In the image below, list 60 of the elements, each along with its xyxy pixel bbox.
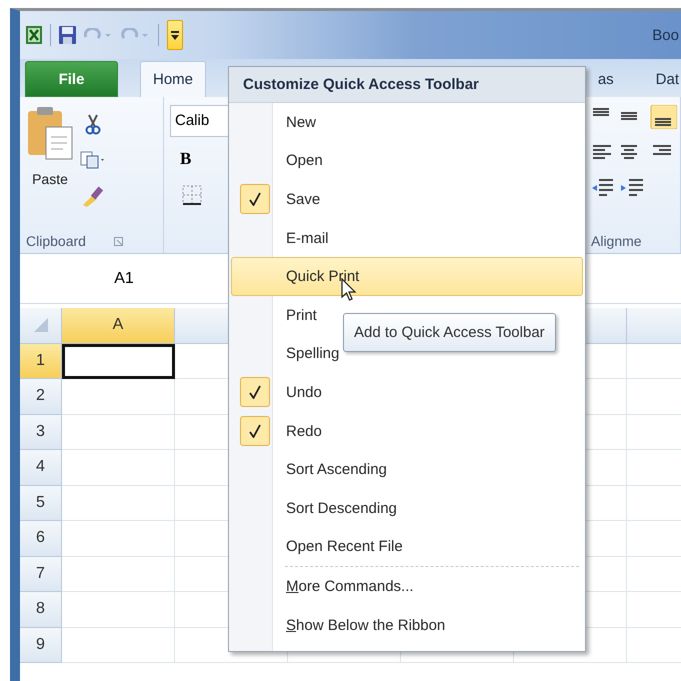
row-header[interactable]: 2 — [20, 379, 62, 414]
menu-item[interactable]: Quick Print — [231, 257, 583, 296]
customize-toolbar-button[interactable] — [167, 20, 183, 50]
save-icon[interactable] — [59, 26, 76, 44]
menu-item[interactable]: More Commands... — [231, 567, 583, 606]
row-header[interactable]: 9 — [20, 628, 62, 663]
row-header[interactable]: 7 — [20, 556, 62, 592]
paste-label[interactable]: Paste — [32, 171, 68, 187]
scissors-icon[interactable] — [85, 113, 101, 135]
row-header[interactable]: 3 — [20, 414, 62, 450]
active-cell[interactable] — [62, 344, 175, 379]
dialog-launcher-icon[interactable] — [114, 236, 123, 246]
grid-cell[interactable] — [62, 628, 175, 663]
grid-cell[interactable] — [62, 556, 175, 592]
row-header[interactable]: 4 — [20, 450, 62, 486]
dropdown-icon — [170, 29, 180, 41]
menu-item[interactable]: Open — [231, 142, 583, 180]
column-header[interactable]: A — [62, 308, 175, 344]
group-label: Clipboard — [26, 233, 86, 249]
menu-item[interactable]: Show Below the Ribbon — [231, 606, 583, 644]
menu-item[interactable]: New — [231, 103, 583, 142]
menu-item[interactable]: Redo — [231, 412, 583, 450]
font-name-field[interactable]: Calib — [170, 105, 230, 137]
grid-cell[interactable] — [62, 521, 175, 556]
window-title: Boo — [652, 26, 679, 44]
menu-item[interactable]: Sort Descending — [231, 488, 583, 528]
grid-cell[interactable] — [62, 379, 175, 414]
row-header[interactable]: 5 — [20, 486, 62, 521]
row-header[interactable]: 6 — [20, 521, 62, 556]
corner-triangle-icon — [34, 318, 48, 332]
format-painter-icon[interactable] — [81, 185, 105, 207]
menu-item[interactable]: Undo — [231, 373, 583, 412]
row-header[interactable]: 8 — [20, 592, 62, 628]
grid-cell[interactable] — [62, 450, 175, 486]
checkmark-icon — [249, 192, 261, 206]
tooltip: Add to Quick Access Toolbar — [343, 313, 556, 352]
paste-icon[interactable] — [26, 105, 74, 161]
grid-cell[interactable] — [62, 414, 175, 450]
ribbon-tab[interactable]: Home — [140, 61, 206, 97]
checkmark-icon — [249, 385, 261, 400]
redo-icon[interactable] — [120, 28, 150, 42]
file-tab[interactable]: File — [25, 61, 118, 97]
select-all-corner[interactable] — [20, 308, 62, 344]
menu-item[interactable]: Save — [231, 180, 583, 219]
menu-item[interactable]: Sort Ascending — [231, 450, 583, 489]
ribbon-tab[interactable]: as — [594, 61, 618, 97]
checkmark-icon — [249, 424, 261, 438]
menu-item[interactable]: Open Recent File — [231, 528, 583, 566]
grid-cell[interactable] — [62, 592, 175, 628]
ribbon-tab[interactable]: Dat — [648, 61, 681, 97]
grid-cell[interactable] — [62, 486, 175, 521]
spreadsheet-icon[interactable] — [26, 26, 42, 44]
menu-title: Customize Quick Access Toolbar — [229, 67, 585, 103]
vertical-align-icons[interactable] — [591, 105, 677, 129]
undo-icon[interactable] — [84, 28, 112, 42]
menu-item[interactable]: E-mail — [231, 218, 583, 258]
copy-icon[interactable] — [80, 151, 106, 169]
borders-icon[interactable] — [182, 185, 202, 205]
row-header[interactable]: 1 — [20, 344, 62, 379]
group-label: Alignme — [591, 233, 643, 249]
